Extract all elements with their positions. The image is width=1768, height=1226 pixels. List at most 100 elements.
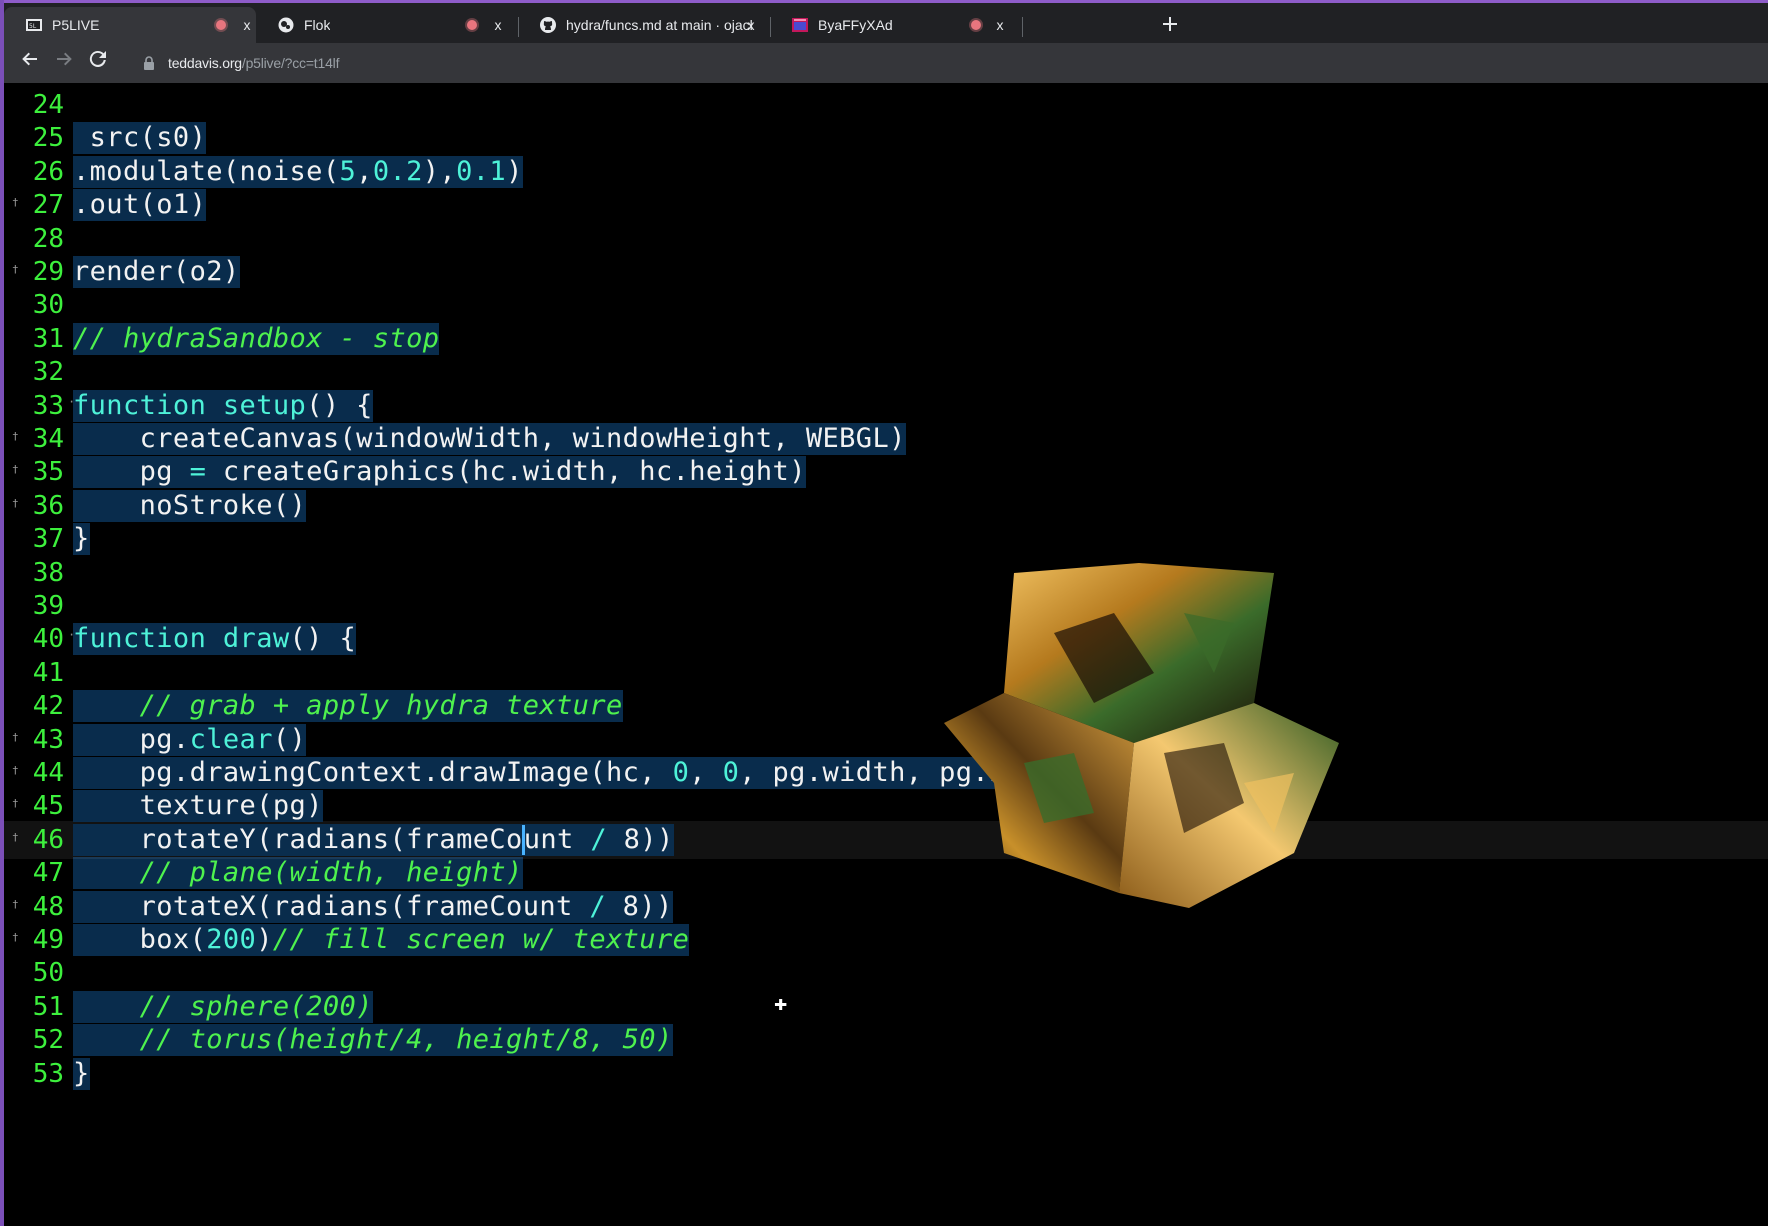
tab-flok[interactable]: Flok x [256, 7, 518, 43]
gutter-marker-icon: † [12, 263, 19, 276]
code-line[interactable]: 49 † box(200)// fill screen w/ texture [4, 921, 1768, 959]
code-token: src(s0) [73, 122, 207, 154]
tab-github-hydra[interactable]: hydra/funcs.md at main · ojack/h x [518, 7, 770, 43]
gutter-marker-icon: † [12, 430, 19, 443]
gutter-marker-icon: † [12, 463, 19, 477]
code-line[interactable]: 38 [4, 554, 1768, 592]
code-line[interactable]: 52 // torus(height/4, height/8, 50) [4, 1021, 1768, 1059]
forward-button[interactable] [50, 49, 78, 77]
code-line[interactable]: 34 † createCanvas(windowWidth, windowHeig… [4, 420, 1768, 458]
code-line[interactable]: 35 † pg = createGraphics(hc.width, hc.hei… [4, 453, 1768, 491]
line-number: 38 [32, 557, 64, 588]
code-line[interactable]: 42 // grab + apply hydra texture [4, 687, 1768, 725]
code-text: // hydraSandbox - stop [73, 322, 440, 355]
code-token: 0 [722, 757, 740, 788]
github-icon [540, 17, 556, 33]
code-token: () { [289, 623, 357, 655]
code-line[interactable]: 51 // sphere(200) [4, 988, 1768, 1026]
code-token: texture(pg) [73, 790, 323, 822]
close-tab-icon[interactable]: x [489, 16, 507, 34]
code-line[interactable]: 28 [4, 220, 1768, 258]
line-number: 33 [32, 390, 64, 421]
code-line[interactable]: 25 src(s0) [4, 119, 1768, 157]
code-line[interactable]: 37} [4, 520, 1768, 558]
url-host: teddavis.org [168, 55, 242, 71]
code-line[interactable]: 24 [4, 86, 1768, 124]
close-tab-icon[interactable]: x [238, 16, 256, 34]
code-token: // fill screen w/ texture [272, 924, 690, 955]
code-text: // sphere(200) [73, 990, 373, 1023]
tab-title: hydra/funcs.md at main · ojack/h [566, 17, 752, 33]
code-line[interactable]: 47 // plane(width, height) [4, 854, 1768, 892]
code-line[interactable]: 46 † rotateY(radians(frameCount / 8)) [4, 820, 1768, 859]
code-token: pg. [73, 723, 190, 755]
mouse-cursor-crosshair-icon: ✚ [774, 991, 788, 1016]
gutter-marker-icon: † [12, 897, 19, 911]
close-tab-icon[interactable]: x [742, 16, 760, 34]
code-token: function [73, 623, 207, 655]
code-line[interactable]: 41 [4, 654, 1768, 692]
url-path: /p5live/?cc=t14lf [241, 55, 340, 71]
code-line[interactable]: 43 † pg.clear() [4, 721, 1768, 759]
close-tab-icon[interactable]: x [991, 16, 1009, 34]
code-token: pg [73, 456, 190, 488]
code-text: box(200)// fill screen w/ texture [73, 924, 690, 956]
code-editor[interactable]: 53} 52 // torus(height/4, height/8, 50) 51… [4, 83, 1768, 1226]
back-button[interactable] [16, 49, 44, 77]
line-number: 28 [32, 223, 64, 254]
code-token: noStroke() [73, 489, 307, 521]
tab-byaffyxad[interactable]: ByaFFyXAd x [770, 7, 1022, 43]
line-number: 24 [32, 90, 64, 120]
code-text: // grab + apply hydra texture [73, 690, 623, 723]
address-bar[interactable]: teddavis.org/p5live/?cc=t14lf [142, 48, 1762, 78]
arrow-right-icon [57, 52, 72, 66]
line-number: 25 [32, 123, 64, 154]
code-token: render(o2) [73, 256, 240, 287]
new-tab-button[interactable] [1156, 11, 1184, 39]
reload-icon [89, 50, 106, 67]
code-line[interactable]: 44 † pg.drawingContext.drawImage(hc, 0, 0… [4, 754, 1768, 792]
code-token: box( [73, 924, 207, 955]
code-line[interactable]: 33 · function setup() { [4, 387, 1768, 425]
code-line[interactable]: 30 [4, 286, 1768, 324]
code-token: .out(o1) [73, 189, 207, 221]
code-token: // plane(width, height) [139, 857, 523, 889]
code-token: 5 [339, 155, 357, 187]
gutter-marker-icon: † [12, 931, 19, 944]
code-token: / [590, 823, 607, 855]
flok-logo-icon [278, 17, 294, 33]
code-text: function draw() { [73, 623, 357, 656]
code-text: .out(o1) [73, 189, 207, 222]
code-token: ) [506, 155, 523, 187]
reload-button[interactable] [84, 49, 112, 77]
code-line[interactable]: 29 † render(o2) [4, 253, 1768, 291]
tab-title: ByaFFyXAd [818, 17, 893, 33]
code-text: pg = createGraphics(hc.width, hc.height) [73, 456, 806, 489]
code-line[interactable]: 31 // hydraSandbox - stop [4, 320, 1768, 358]
code-text: rotateY(radians(frameCount / 8)) [73, 823, 674, 856]
code-token: createGraphics(hc.width, hc.height) [206, 456, 806, 488]
gutter-marker-icon: † [12, 496, 19, 510]
code-line[interactable]: 45 † texture(pg) [4, 787, 1768, 825]
code-line[interactable]: 48 † rotateX(radians(frameCount / 8)) [4, 888, 1768, 926]
code-token: // hydraSandbox - stop [73, 322, 440, 354]
code-line[interactable]: 36 † noStroke() [4, 487, 1768, 525]
code-line[interactable]: 26 .modulate(noise(5,0.2),0.1) [4, 153, 1768, 191]
code-text: } [73, 1057, 90, 1090]
tab-separator [1022, 17, 1023, 37]
tab-p5live[interactable]: 5L P5LIVE x [4, 7, 256, 43]
code-text: noStroke() [73, 489, 307, 522]
code-line[interactable]: 50 [4, 954, 1768, 992]
code-token: .modulate(noise( [73, 155, 340, 187]
line-number: 41 [32, 657, 64, 688]
code-line[interactable]: 40 · function draw() { [4, 620, 1768, 658]
code-line[interactable]: 39 [4, 587, 1768, 625]
code-token: setup [222, 389, 307, 421]
code-line[interactable]: 27 † .out(o1) [4, 186, 1768, 224]
code-token: ) [256, 924, 273, 955]
code-text: } [73, 523, 90, 556]
code-line[interactable]: 53} [4, 1055, 1768, 1093]
code-line[interactable]: 32 [4, 353, 1768, 391]
code-token: ), [422, 155, 457, 187]
